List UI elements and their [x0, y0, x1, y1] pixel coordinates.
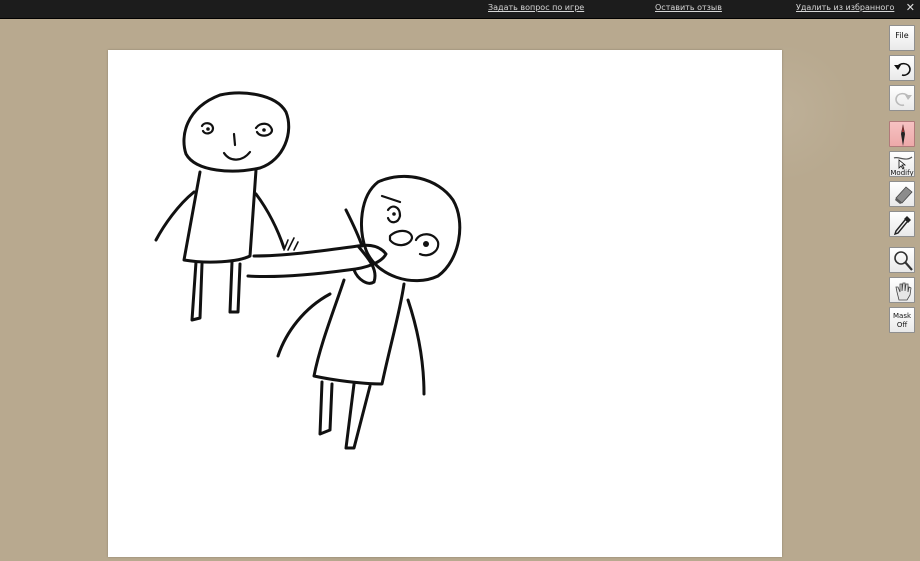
- eraser-icon: [895, 186, 913, 204]
- figure-2-left-leg: [318, 380, 334, 436]
- grass-mark: [283, 237, 299, 251]
- canvas-drawing: [154, 91, 462, 450]
- hand-icon: [895, 282, 912, 301]
- figure-1-body: [182, 168, 258, 264]
- leave-review-link[interactable]: Оставить отзыв: [655, 3, 722, 12]
- figure-2-right-arm: [406, 298, 426, 396]
- figure-1-smile: [222, 150, 252, 161]
- eyedropper-icon: [893, 216, 911, 236]
- modify-button[interactable]: Modify: [889, 151, 915, 177]
- figure-2-right-leg: [344, 382, 372, 450]
- undo-icon: [894, 62, 911, 77]
- figure-1-right-leg: [228, 260, 242, 314]
- brush-button[interactable]: [889, 121, 915, 147]
- figure-2-eyebrow: [380, 194, 402, 204]
- pan-button[interactable]: [889, 277, 915, 303]
- undo-button[interactable]: [889, 55, 915, 81]
- figure-1-left-leg: [190, 260, 204, 322]
- magnifier-icon: [894, 251, 913, 271]
- modify-label: Modify: [890, 169, 914, 177]
- top-bar: Задать вопрос по игре Оставить отзыв Уда…: [0, 0, 920, 19]
- close-icon[interactable]: ✕: [906, 1, 915, 15]
- remove-favorite-link[interactable]: Удалить из избранного: [796, 3, 894, 12]
- ask-question-link[interactable]: Задать вопрос по игре: [488, 3, 584, 12]
- figure-2-mouth: [388, 229, 414, 247]
- redo-icon: [895, 92, 912, 107]
- figure-2-head: [360, 174, 462, 283]
- figure-1-nose: [232, 132, 237, 147]
- mask-label-line1: Mask: [892, 312, 912, 320]
- file-label: File: [895, 31, 909, 40]
- figure-2-neck: [352, 244, 377, 285]
- figure-2-back-arm: [344, 208, 364, 248]
- app-window: Задать вопрос по игре Оставить отзыв Уда…: [0, 0, 920, 561]
- figure-1-right-arm: [254, 192, 286, 250]
- eyedropper-button[interactable]: [889, 211, 915, 237]
- drawing-canvas[interactable]: [108, 50, 782, 557]
- mask-button[interactable]: Mask Off: [889, 307, 915, 333]
- redo-button[interactable]: [889, 85, 915, 111]
- file-button[interactable]: File: [889, 25, 915, 51]
- mask-label-line2: Off: [896, 321, 908, 329]
- zoom-button[interactable]: [889, 247, 915, 273]
- eraser-button[interactable]: [889, 181, 915, 207]
- brush-icon: [901, 124, 905, 146]
